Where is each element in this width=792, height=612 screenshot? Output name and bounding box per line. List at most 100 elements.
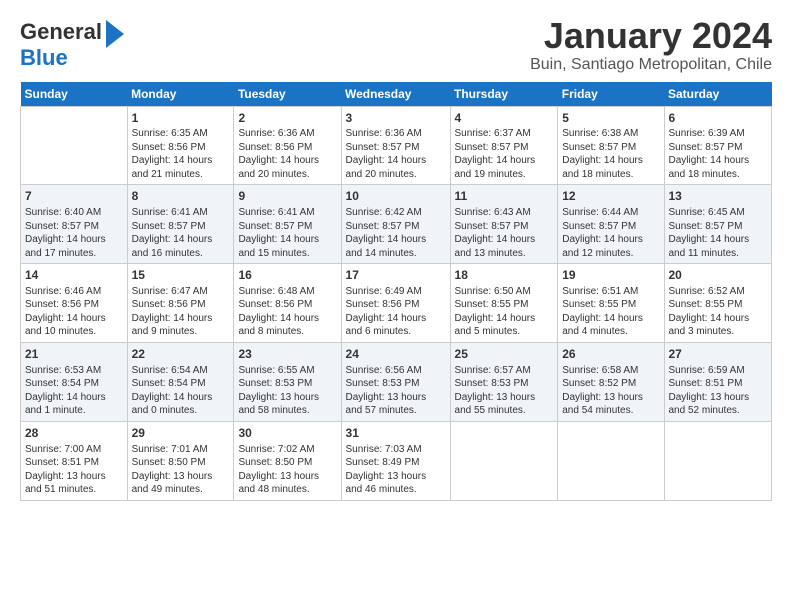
day-number: 28	[25, 425, 123, 442]
calendar-cell: 15Sunrise: 6:47 AM Sunset: 8:56 PM Dayli…	[127, 264, 234, 343]
cell-text: Sunrise: 6:36 AM Sunset: 8:56 PM Dayligh…	[238, 127, 336, 181]
cell-text: Sunrise: 6:38 AM Sunset: 8:57 PM Dayligh…	[562, 127, 659, 181]
day-number: 12	[562, 188, 659, 205]
title-block: January 2024 Buin, Santiago Metropolitan…	[530, 16, 772, 74]
calendar-week-row: 21Sunrise: 6:53 AM Sunset: 8:54 PM Dayli…	[21, 342, 772, 421]
cell-text: Sunrise: 6:51 AM Sunset: 8:55 PM Dayligh…	[562, 285, 659, 339]
cell-text: Sunrise: 6:45 AM Sunset: 8:57 PM Dayligh…	[669, 206, 768, 260]
cell-text: Sunrise: 6:48 AM Sunset: 8:56 PM Dayligh…	[238, 285, 336, 339]
calendar-cell: 4Sunrise: 6:37 AM Sunset: 8:57 PM Daylig…	[450, 106, 558, 185]
cell-text: Sunrise: 6:47 AM Sunset: 8:56 PM Dayligh…	[132, 285, 230, 339]
day-number: 17	[346, 267, 446, 284]
calendar-cell	[558, 421, 664, 500]
calendar-table: SundayMondayTuesdayWednesdayThursdayFrid…	[20, 82, 772, 501]
day-number: 15	[132, 267, 230, 284]
cell-text: Sunrise: 6:46 AM Sunset: 8:56 PM Dayligh…	[25, 285, 123, 339]
day-number: 18	[455, 267, 554, 284]
calendar-cell: 22Sunrise: 6:54 AM Sunset: 8:54 PM Dayli…	[127, 342, 234, 421]
calendar-cell: 30Sunrise: 7:02 AM Sunset: 8:50 PM Dayli…	[234, 421, 341, 500]
day-number: 13	[669, 188, 768, 205]
calendar-header-monday: Monday	[127, 82, 234, 107]
calendar-cell	[664, 421, 772, 500]
day-number: 24	[346, 346, 446, 363]
calendar-cell: 29Sunrise: 7:01 AM Sunset: 8:50 PM Dayli…	[127, 421, 234, 500]
cell-text: Sunrise: 6:49 AM Sunset: 8:56 PM Dayligh…	[346, 285, 446, 339]
calendar-cell: 21Sunrise: 6:53 AM Sunset: 8:54 PM Dayli…	[21, 342, 128, 421]
header: General Blue January 2024 Buin, Santiago…	[20, 16, 772, 74]
cell-text: Sunrise: 6:55 AM Sunset: 8:53 PM Dayligh…	[238, 364, 336, 418]
day-number: 14	[25, 267, 123, 284]
calendar-cell: 6Sunrise: 6:39 AM Sunset: 8:57 PM Daylig…	[664, 106, 772, 185]
calendar-cell: 17Sunrise: 6:49 AM Sunset: 8:56 PM Dayli…	[341, 264, 450, 343]
calendar-cell: 8Sunrise: 6:41 AM Sunset: 8:57 PM Daylig…	[127, 185, 234, 264]
calendar-cell	[450, 421, 558, 500]
calendar-cell: 24Sunrise: 6:56 AM Sunset: 8:53 PM Dayli…	[341, 342, 450, 421]
calendar-cell: 23Sunrise: 6:55 AM Sunset: 8:53 PM Dayli…	[234, 342, 341, 421]
calendar-cell	[21, 106, 128, 185]
calendar-cell: 27Sunrise: 6:59 AM Sunset: 8:51 PM Dayli…	[664, 342, 772, 421]
day-number: 9	[238, 188, 336, 205]
calendar-cell: 19Sunrise: 6:51 AM Sunset: 8:55 PM Dayli…	[558, 264, 664, 343]
cell-text: Sunrise: 6:36 AM Sunset: 8:57 PM Dayligh…	[346, 127, 446, 181]
logo-text-general: General	[20, 20, 102, 44]
logo-arrow-icon	[106, 20, 124, 48]
cell-text: Sunrise: 6:41 AM Sunset: 8:57 PM Dayligh…	[238, 206, 336, 260]
logo-text-blue: Blue	[20, 46, 124, 70]
logo: General Blue	[20, 16, 124, 70]
cell-text: Sunrise: 6:40 AM Sunset: 8:57 PM Dayligh…	[25, 206, 123, 260]
calendar-week-row: 1Sunrise: 6:35 AM Sunset: 8:56 PM Daylig…	[21, 106, 772, 185]
day-number: 4	[455, 110, 554, 127]
main-title: January 2024	[530, 16, 772, 56]
day-number: 23	[238, 346, 336, 363]
calendar-cell: 10Sunrise: 6:42 AM Sunset: 8:57 PM Dayli…	[341, 185, 450, 264]
day-number: 1	[132, 110, 230, 127]
cell-text: Sunrise: 6:35 AM Sunset: 8:56 PM Dayligh…	[132, 127, 230, 181]
day-number: 20	[669, 267, 768, 284]
cell-text: Sunrise: 6:50 AM Sunset: 8:55 PM Dayligh…	[455, 285, 554, 339]
day-number: 19	[562, 267, 659, 284]
day-number: 22	[132, 346, 230, 363]
cell-text: Sunrise: 6:59 AM Sunset: 8:51 PM Dayligh…	[669, 364, 768, 418]
cell-text: Sunrise: 6:58 AM Sunset: 8:52 PM Dayligh…	[562, 364, 659, 418]
cell-text: Sunrise: 6:57 AM Sunset: 8:53 PM Dayligh…	[455, 364, 554, 418]
calendar-cell: 12Sunrise: 6:44 AM Sunset: 8:57 PM Dayli…	[558, 185, 664, 264]
calendar-cell: 31Sunrise: 7:03 AM Sunset: 8:49 PM Dayli…	[341, 421, 450, 500]
calendar-cell: 5Sunrise: 6:38 AM Sunset: 8:57 PM Daylig…	[558, 106, 664, 185]
day-number: 25	[455, 346, 554, 363]
calendar-cell: 11Sunrise: 6:43 AM Sunset: 8:57 PM Dayli…	[450, 185, 558, 264]
cell-text: Sunrise: 6:37 AM Sunset: 8:57 PM Dayligh…	[455, 127, 554, 181]
cell-text: Sunrise: 6:52 AM Sunset: 8:55 PM Dayligh…	[669, 285, 768, 339]
day-number: 29	[132, 425, 230, 442]
cell-text: Sunrise: 7:02 AM Sunset: 8:50 PM Dayligh…	[238, 443, 336, 497]
calendar-header-friday: Friday	[558, 82, 664, 107]
calendar-week-row: 28Sunrise: 7:00 AM Sunset: 8:51 PM Dayli…	[21, 421, 772, 500]
calendar-cell: 3Sunrise: 6:36 AM Sunset: 8:57 PM Daylig…	[341, 106, 450, 185]
calendar-cell: 28Sunrise: 7:00 AM Sunset: 8:51 PM Dayli…	[21, 421, 128, 500]
cell-text: Sunrise: 7:03 AM Sunset: 8:49 PM Dayligh…	[346, 443, 446, 497]
calendar-cell: 1Sunrise: 6:35 AM Sunset: 8:56 PM Daylig…	[127, 106, 234, 185]
calendar-cell: 16Sunrise: 6:48 AM Sunset: 8:56 PM Dayli…	[234, 264, 341, 343]
day-number: 27	[669, 346, 768, 363]
calendar-cell: 18Sunrise: 6:50 AM Sunset: 8:55 PM Dayli…	[450, 264, 558, 343]
cell-text: Sunrise: 7:00 AM Sunset: 8:51 PM Dayligh…	[25, 443, 123, 497]
cell-text: Sunrise: 6:42 AM Sunset: 8:57 PM Dayligh…	[346, 206, 446, 260]
day-number: 7	[25, 188, 123, 205]
day-number: 8	[132, 188, 230, 205]
calendar-week-row: 7Sunrise: 6:40 AM Sunset: 8:57 PM Daylig…	[21, 185, 772, 264]
day-number: 5	[562, 110, 659, 127]
calendar-header-thursday: Thursday	[450, 82, 558, 107]
cell-text: Sunrise: 6:41 AM Sunset: 8:57 PM Dayligh…	[132, 206, 230, 260]
day-number: 10	[346, 188, 446, 205]
calendar-week-row: 14Sunrise: 6:46 AM Sunset: 8:56 PM Dayli…	[21, 264, 772, 343]
day-number: 16	[238, 267, 336, 284]
page: General Blue January 2024 Buin, Santiago…	[0, 0, 792, 511]
cell-text: Sunrise: 7:01 AM Sunset: 8:50 PM Dayligh…	[132, 443, 230, 497]
cell-text: Sunrise: 6:56 AM Sunset: 8:53 PM Dayligh…	[346, 364, 446, 418]
day-number: 30	[238, 425, 336, 442]
day-number: 2	[238, 110, 336, 127]
calendar-header-wednesday: Wednesday	[341, 82, 450, 107]
day-number: 21	[25, 346, 123, 363]
day-number: 6	[669, 110, 768, 127]
calendar-cell: 9Sunrise: 6:41 AM Sunset: 8:57 PM Daylig…	[234, 185, 341, 264]
calendar-header-row: SundayMondayTuesdayWednesdayThursdayFrid…	[21, 82, 772, 107]
